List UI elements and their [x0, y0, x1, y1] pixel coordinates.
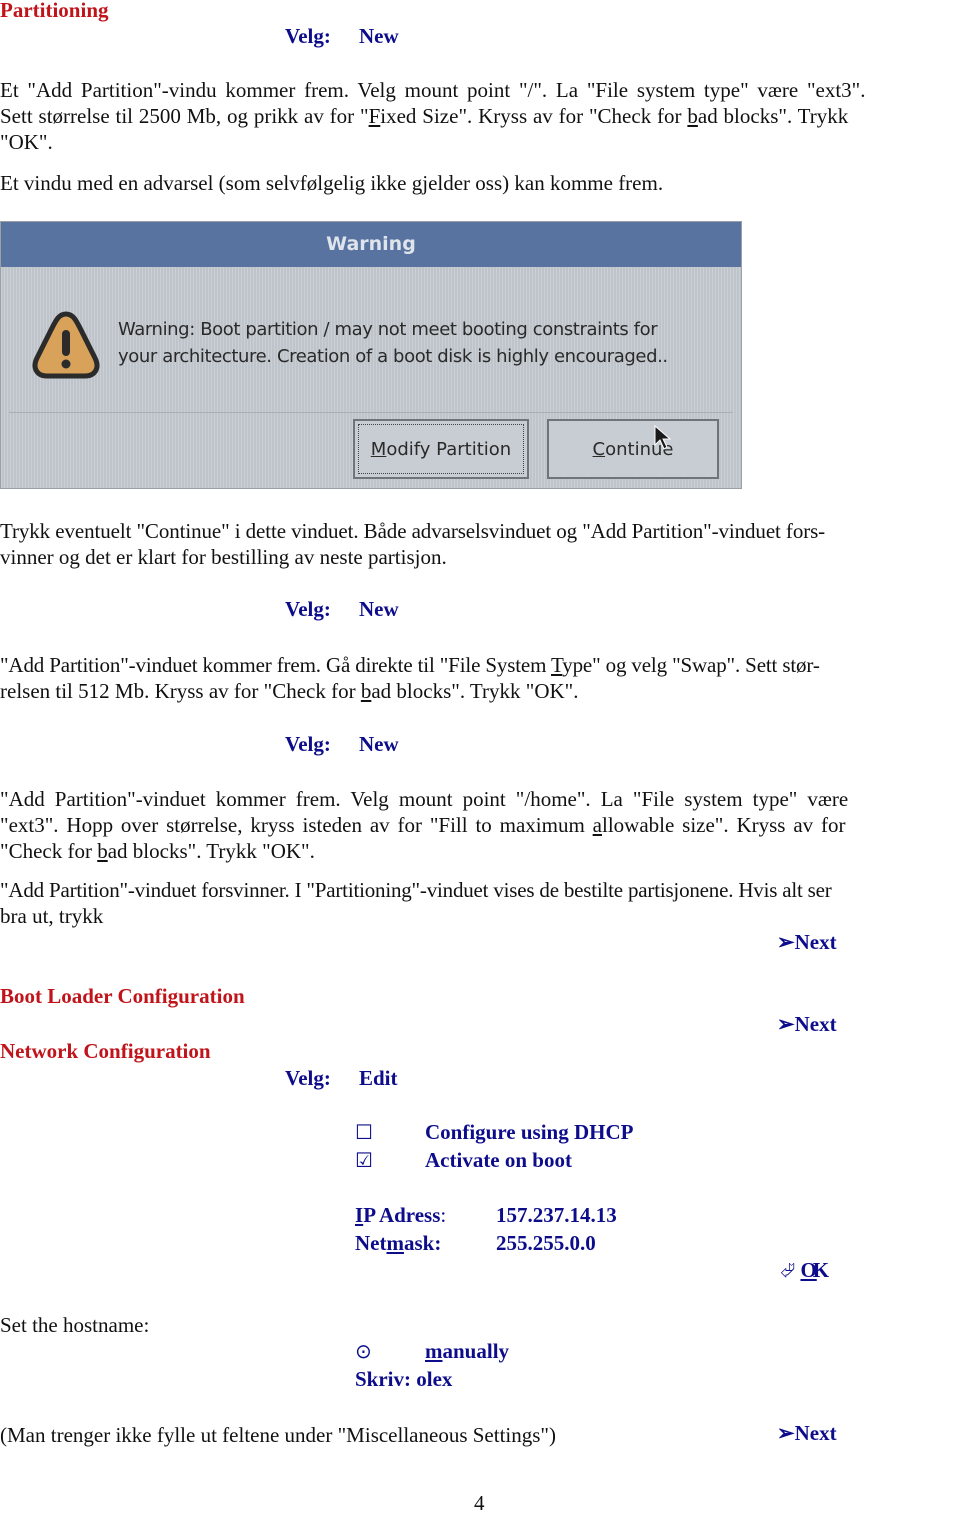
dialog-title: Warning: [1, 222, 741, 267]
next-button[interactable]: ➢Next: [777, 1012, 837, 1037]
netmask-value[interactable]: 255.255.0.0: [496, 1231, 596, 1255]
action-new: New: [359, 732, 399, 756]
velg-label: Velg:: [285, 24, 331, 48]
section-heading-network: Network Configuration: [0, 1039, 211, 1063]
checkbox-activate-on-boot[interactable]: ☑ Activate on boot: [355, 1148, 572, 1173]
return-arrow-icon: ⮰: [780, 1260, 796, 1282]
checkbox-checked-icon: ☑: [355, 1148, 373, 1172]
radio-manually[interactable]: ⊙ manually: [355, 1339, 509, 1364]
arrow-right-icon: ➢: [777, 1012, 795, 1036]
ok-button[interactable]: ⮰ OK: [780, 1258, 829, 1283]
netmask-label: Netmask:: [355, 1231, 442, 1255]
paragraph-add-partition-root: Et "Add Partition"-vindu kommer frem. Ve…: [0, 78, 866, 154]
arrow-right-icon: ➢: [777, 930, 795, 954]
hostname-label: Set the hostname:: [0, 1313, 150, 1337]
section-heading-partitioning: Partitioning: [0, 0, 109, 22]
continue-button[interactable]: Continue: [547, 419, 719, 479]
paragraph-swap: "Add Partition"-vinduet kommer frem. Gå …: [0, 653, 820, 703]
radio-selected-icon: ⊙: [355, 1339, 372, 1363]
ip-address-label: IP Adress:: [355, 1203, 447, 1227]
step-instruction: Velg: Edit: [285, 1066, 398, 1090]
mouse-cursor-icon: [654, 425, 672, 450]
paragraph-home: "Add Partition"-vinduet kommer frem. Vel…: [0, 787, 849, 863]
action-edit: Edit: [359, 1066, 398, 1090]
checkbox-unchecked-icon: ☐: [355, 1120, 373, 1144]
hostname-value[interactable]: olex: [416, 1367, 452, 1391]
ip-address-row: IP Adress: 157.237.14.13: [355, 1203, 617, 1228]
action-new: New: [359, 597, 399, 621]
netmask-row: Netmask: 255.255.0.0: [355, 1231, 596, 1256]
action-new: New: [359, 24, 399, 48]
paragraph-warning-intro: Et vindu med en advarsel (som selvfølgel…: [0, 171, 664, 195]
warning-dialog: Warning Warning: Boot partition / may no…: [0, 221, 742, 489]
next-button[interactable]: ➢Next: [777, 1421, 837, 1446]
next-button[interactable]: ➢Next: [777, 930, 837, 955]
warning-triangle-icon: [32, 311, 100, 379]
section-heading-boot-loader: Boot Loader Configuration: [0, 984, 245, 1008]
step-instruction: Velg: New: [285, 732, 399, 756]
paragraph-continue: Trykk eventuelt "Continue" i dette vindu…: [0, 519, 826, 569]
dialog-separator: [9, 412, 733, 413]
page-number: 4: [474, 1491, 485, 1515]
step-instruction: Velg: New: [285, 597, 399, 621]
arrow-right-icon: ➢: [777, 1421, 795, 1445]
paragraph-partitions-listed: "Add Partition"-vinduet forsvinner. I "P…: [0, 878, 832, 928]
skriv-label: Skriv:: [355, 1367, 412, 1391]
misc-settings-note: (Man trenger ikke fylle ut feltene under…: [0, 1423, 556, 1447]
checkbox-configure-dhcp[interactable]: ☐ Configure using DHCP: [355, 1120, 633, 1145]
modify-partition-button[interactable]: Modify Partition: [353, 419, 529, 479]
step-instruction: Velg: New: [285, 24, 399, 49]
ip-address-value[interactable]: 157.237.14.13: [496, 1203, 617, 1227]
dialog-message: Warning: Boot partition / may not meet b…: [118, 319, 668, 367]
hostname-row: Skriv: olex: [355, 1367, 452, 1392]
